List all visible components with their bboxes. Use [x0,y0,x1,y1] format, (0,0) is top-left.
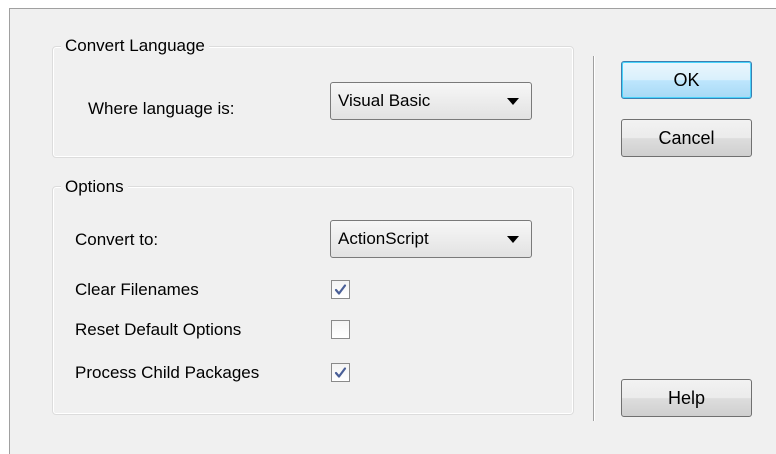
convert-to-dropdown[interactable]: ActionScript [330,220,532,258]
reset-default-options-checkbox[interactable] [331,320,350,339]
checkmark-icon [334,284,347,295]
vertical-separator [593,56,594,421]
cancel-button[interactable]: Cancel [621,119,752,157]
chevron-down-icon [507,236,519,243]
ok-button[interactable]: OK [621,61,752,99]
clear-filenames-checkbox[interactable] [331,280,350,299]
options-group-title: Options [61,177,128,197]
convert-language-dialog: Convert Language Where language is: Visu… [9,8,776,454]
process-child-packages-checkbox[interactable] [331,363,350,382]
where-language-dropdown[interactable]: Visual Basic [330,82,532,120]
convert-language-group-title: Convert Language [61,36,209,56]
convert-to-label: Convert to: [75,230,159,249]
checkmark-icon [334,367,347,378]
help-button[interactable]: Help [621,379,752,417]
convert-to-value: ActionScript [338,229,429,248]
where-language-label: Where language is: [88,99,235,118]
clear-filenames-label: Clear Filenames [75,280,199,299]
reset-default-options-label: Reset Default Options [75,320,242,339]
where-language-value: Visual Basic [338,91,431,110]
process-child-packages-label: Process Child Packages [75,363,260,382]
chevron-down-icon [507,98,519,105]
